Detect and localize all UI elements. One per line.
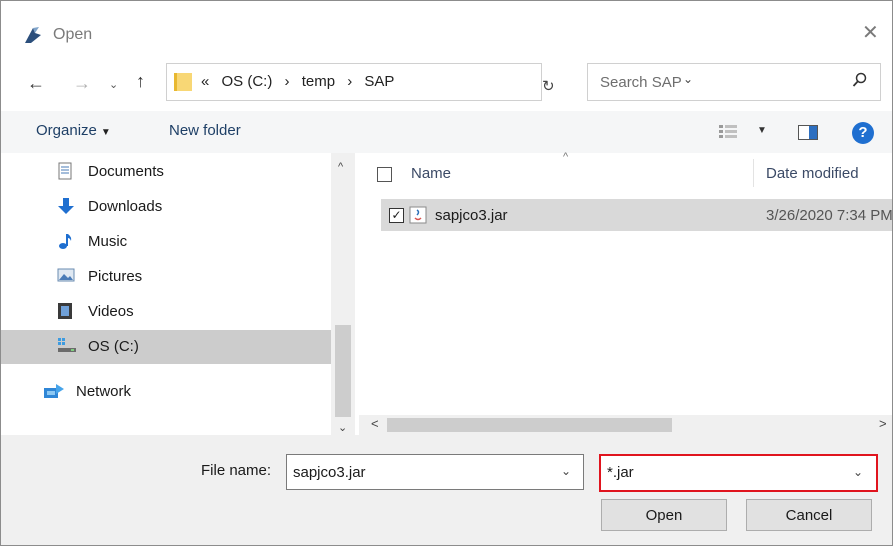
caret-down-icon: ▼ — [100, 127, 111, 138]
sidebar-item-label: Documents — [88, 163, 164, 180]
sidebar-item-videos[interactable]: Videos — [1, 295, 331, 329]
folder-icon — [173, 70, 193, 97]
file-name-dropdown-chevron-icon[interactable]: ⌄ — [561, 464, 571, 478]
command-toolbar: Organize ▼ New folder ▼ ? — [1, 111, 892, 153]
column-header-date-modified[interactable]: Date modified — [766, 165, 859, 182]
breadcrumb-sap[interactable]: SAP — [364, 73, 394, 90]
search-icon[interactable] — [852, 72, 868, 93]
column-header-name[interactable]: Name — [411, 165, 451, 182]
drive-icon — [57, 337, 77, 357]
sidebar-item-pictures[interactable]: Pictures — [1, 260, 331, 294]
scroll-down-chevron-icon[interactable]: ⌄ — [338, 421, 347, 434]
navigation-pane: Documents Downloads Music Pictures Video… — [1, 153, 357, 435]
navigation-pane-scrollbar[interactable] — [331, 153, 355, 435]
file-type-filter-value: *.jar — [607, 464, 634, 481]
breadcrumb-separator[interactable]: › — [347, 73, 352, 90]
view-options-icon[interactable] — [719, 125, 737, 144]
navigation-bar: ← → ⌄ ↑ « OS (C:) › temp › SAP ⌄ ↻ — [1, 63, 892, 103]
app-icon — [23, 25, 43, 50]
network-icon — [43, 382, 65, 404]
window-title: Open — [53, 26, 93, 43]
organize-button[interactable]: Organize ▼ — [36, 122, 111, 139]
sidebar-item-label: OS (C:) — [88, 338, 139, 355]
sidebar-item-label: Downloads — [88, 198, 163, 215]
scrollbar-thumb[interactable] — [387, 418, 672, 432]
downloads-icon — [57, 197, 75, 219]
breadcrumb: « OS (C:) › temp › SAP — [201, 73, 402, 90]
breadcrumb-os-c[interactable]: OS (C:) — [222, 73, 273, 90]
view-dropdown-caret-icon[interactable]: ▼ — [757, 125, 767, 136]
sort-ascending-icon: ^ — [563, 151, 569, 163]
up-folder-arrow-icon[interactable]: ↑ — [136, 71, 145, 91]
row-checkbox[interactable]: ✓ — [389, 208, 404, 223]
scroll-right-chevron-icon[interactable]: > — [879, 416, 887, 431]
cancel-button[interactable]: Cancel — [746, 499, 872, 531]
search-box[interactable] — [587, 63, 881, 101]
videos-icon — [57, 302, 73, 324]
java-jar-file-icon — [409, 206, 427, 229]
file-name-combobox[interactable]: ⌄ — [286, 454, 584, 490]
sidebar-item-network[interactable]: Network — [1, 375, 331, 409]
back-arrow-icon[interactable]: ← — [27, 73, 45, 93]
file-list-scrollbar[interactable]: < > — [359, 415, 892, 435]
breadcrumb-temp[interactable]: temp — [302, 73, 335, 90]
file-name-label: File name: — [201, 462, 272, 479]
sidebar-item-documents[interactable]: Documents — [1, 155, 331, 189]
sidebar-item-label: Music — [88, 233, 128, 250]
sidebar-item-label: Videos — [88, 303, 134, 320]
scrollbar-thumb[interactable] — [335, 325, 351, 417]
sidebar-item-os-c[interactable]: OS (C:) — [1, 330, 331, 364]
music-icon — [57, 232, 73, 254]
refresh-icon[interactable]: ↻ — [542, 77, 567, 99]
sidebar-item-label: Network — [76, 383, 132, 400]
file-name: sapjco3.jar — [435, 207, 508, 224]
organize-label: Organize — [36, 122, 97, 139]
select-all-checkbox[interactable] — [377, 167, 392, 182]
pictures-icon — [57, 267, 75, 287]
file-list: ^ Name Date modified ✓ sapjco3.jar 3/26/… — [359, 151, 892, 435]
dialog-footer: File name: ⌄ *.jar ⌄ Open Cancel — [1, 435, 892, 545]
scroll-left-chevron-icon[interactable]: < — [371, 416, 379, 431]
sidebar-item-music[interactable]: Music — [1, 225, 331, 259]
file-date-modified: 3/26/2020 7:34 PM — [766, 207, 893, 224]
sidebar-item-downloads[interactable]: Downloads — [1, 190, 331, 224]
preview-pane-icon[interactable] — [798, 125, 818, 145]
column-divider[interactable] — [753, 159, 754, 187]
open-file-dialog: Open ✕ ← → ⌄ ↑ « OS (C:) › temp › SAP ⌄ — [0, 0, 893, 546]
documents-icon — [57, 162, 73, 184]
breadcrumb-overflow[interactable]: « — [201, 73, 209, 90]
open-button[interactable]: Open — [601, 499, 727, 531]
new-folder-button[interactable]: New folder — [169, 122, 241, 139]
file-type-filter-select[interactable]: *.jar ⌄ — [599, 454, 878, 492]
filter-dropdown-chevron-icon[interactable]: ⌄ — [853, 465, 863, 479]
file-name-input[interactable] — [287, 455, 555, 489]
scroll-up-chevron-icon[interactable]: ^ — [338, 161, 343, 173]
help-icon[interactable]: ? — [852, 122, 874, 144]
forward-arrow-icon[interactable]: → — [73, 73, 91, 93]
address-bar[interactable]: « OS (C:) › temp › SAP ⌄ — [166, 63, 693, 101]
search-input[interactable] — [588, 64, 852, 100]
breadcrumb-separator[interactable]: › — [285, 73, 290, 90]
table-row[interactable]: ✓ sapjco3.jar 3/26/2020 7:34 PM — [381, 199, 892, 231]
close-icon[interactable]: ✕ — [862, 23, 879, 43]
title-bar: Open ✕ — [1, 1, 892, 51]
sidebar-item-label: Pictures — [88, 268, 143, 285]
recent-locations-chevron-icon[interactable]: ⌄ — [109, 75, 118, 95]
